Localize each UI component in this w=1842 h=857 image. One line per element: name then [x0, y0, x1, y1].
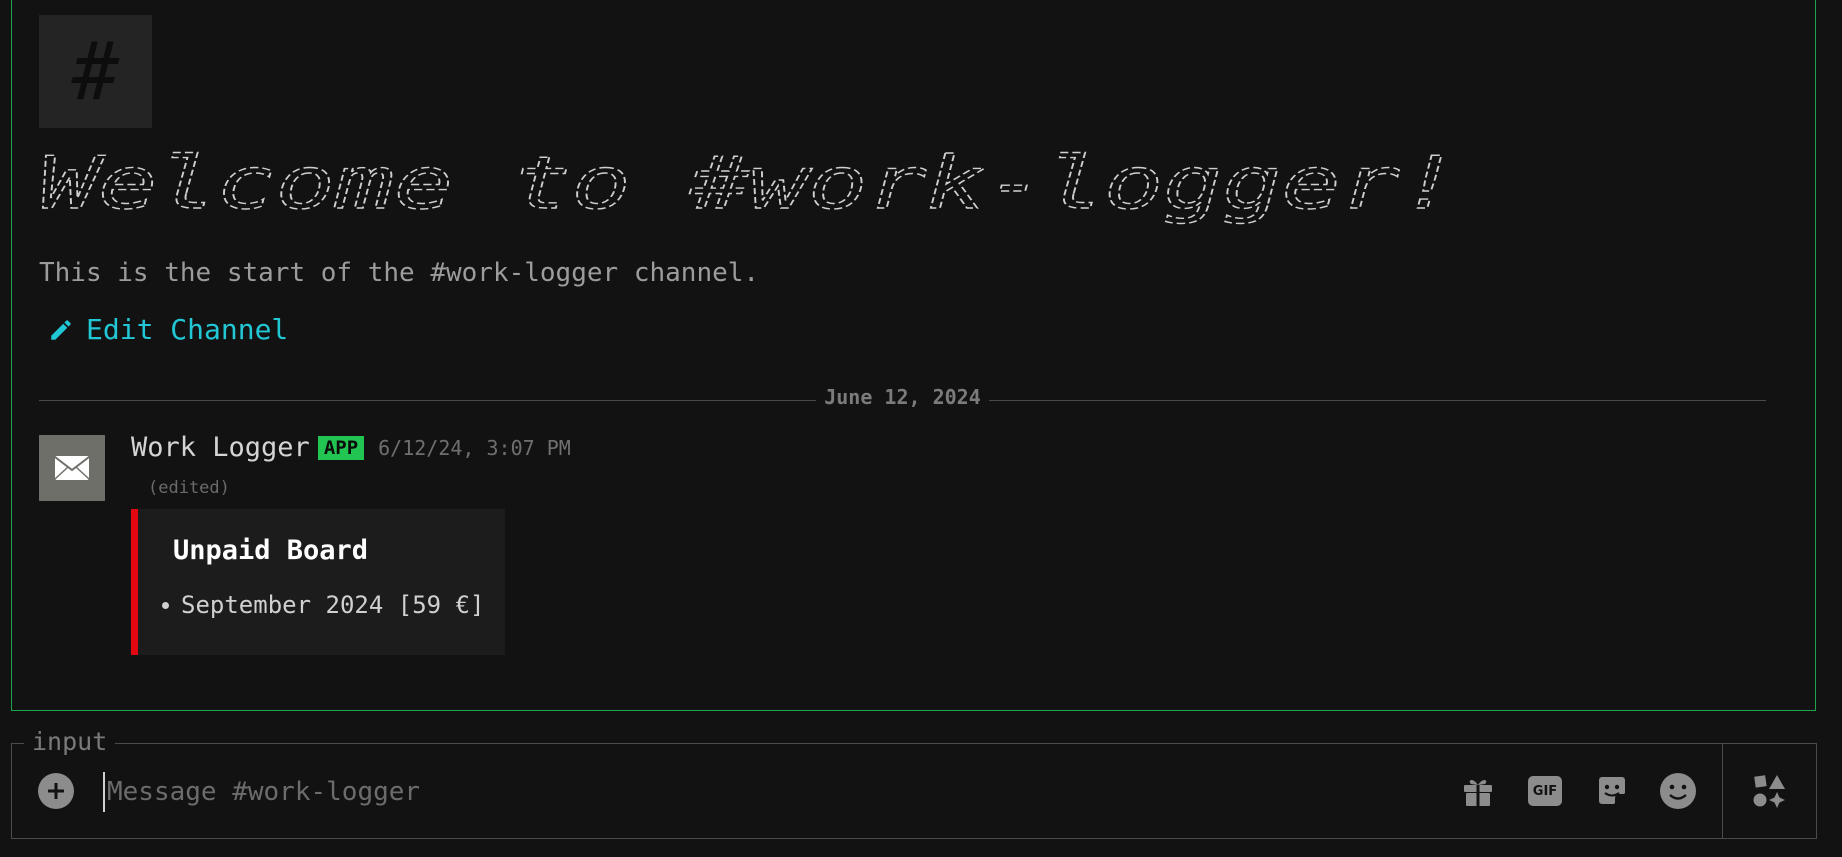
gift-button[interactable]	[1459, 772, 1497, 810]
edited-indicator: (edited)	[148, 478, 230, 498]
message-author[interactable]: Work Logger	[131, 432, 310, 463]
welcome-title: Welcome to #work-logger!	[39, 140, 1469, 240]
date-divider-label: June 12, 2024	[816, 385, 989, 409]
message-header: Work Logger APP 6/12/24, 3:07 PM	[131, 432, 571, 463]
plus-icon	[48, 783, 64, 799]
list-item: September 2024 [59 €]	[162, 591, 484, 619]
emoji-icon	[1660, 773, 1696, 809]
message-embed: Unpaid Board September 2024 [59 €]	[131, 509, 505, 655]
gif-icon: GIF	[1528, 776, 1562, 806]
sticker-button[interactable]	[1593, 772, 1631, 810]
apps-icon	[1753, 775, 1785, 808]
welcome-title-text: Welcome to #work-logger!	[39, 141, 1459, 225]
envelope-icon	[54, 456, 90, 480]
edit-channel-button[interactable]: Edit Channel	[48, 313, 288, 346]
embed-title: Unpaid Board	[173, 535, 369, 566]
embed-item-text: September 2024 [59 €]	[181, 591, 485, 619]
input-legend: input	[24, 727, 116, 756]
gif-button[interactable]: GIF	[1526, 772, 1564, 810]
date-divider: June 12, 2024	[39, 385, 1766, 415]
message-timestamp: 6/12/24, 3:07 PM	[378, 435, 571, 460]
sticker-icon	[1599, 777, 1625, 804]
emoji-button[interactable]	[1659, 772, 1697, 810]
apps-button[interactable]	[1750, 772, 1788, 810]
app-badge: APP	[317, 435, 365, 460]
edit-channel-label: Edit Channel	[86, 313, 289, 346]
input-divider	[1722, 744, 1723, 838]
avatar[interactable]	[39, 435, 105, 501]
gift-icon	[1464, 779, 1492, 806]
message-input[interactable]	[103, 772, 1109, 812]
bullet-icon	[162, 601, 169, 609]
pencil-icon	[51, 319, 71, 340]
channel-start-text: This is the start of the #work-logger ch…	[39, 258, 760, 288]
channel-hash-icon: #	[39, 15, 152, 128]
attach-button[interactable]	[38, 773, 74, 809]
